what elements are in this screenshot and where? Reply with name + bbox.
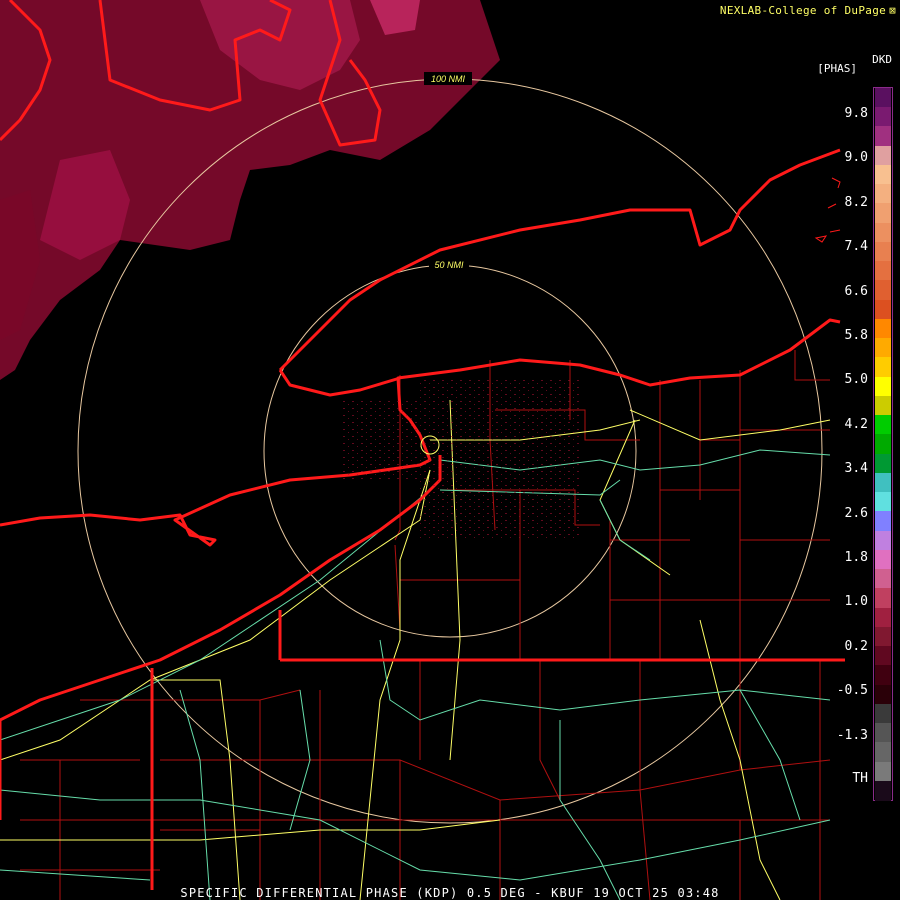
color-scale-band (875, 742, 891, 763)
color-scale-tick-label: 0.2 (844, 638, 868, 654)
color-scale-band (875, 222, 891, 243)
color-scale-band (875, 472, 891, 493)
color-scale-tick-label: -0.5 (836, 683, 868, 699)
color-scale-band (875, 453, 891, 474)
color-scale-tick-label: 3.4 (844, 461, 868, 477)
color-scale-tick-label: 6.6 (844, 283, 868, 299)
color-scale-tick-label: 9.0 (844, 150, 868, 166)
color-scale-band (875, 261, 891, 282)
color-scale-band (875, 203, 891, 224)
color-scale-band (875, 607, 891, 628)
color-scale-tick-label: -1.3 (836, 727, 868, 743)
color-scale-tick-label: 2.6 (844, 505, 868, 521)
color-scale-band (875, 684, 891, 705)
color-scale-band (875, 338, 891, 359)
color-scale-tick-label: 1.8 (844, 550, 868, 565)
radar-map[interactable]: 100 NMI 50 NMI (0, 0, 900, 900)
precipitation-echoes (0, 0, 500, 380)
ring-100-label: 100 NMI (431, 74, 466, 84)
color-scale-band (875, 299, 891, 320)
color-scale-band (875, 761, 891, 782)
color-scale-band (875, 107, 891, 128)
color-scale-band (875, 569, 891, 590)
color-scale-band (875, 780, 891, 801)
color-scale-band (875, 646, 891, 667)
ground-clutter (340, 380, 580, 540)
color-scale-band (875, 395, 891, 416)
nexlab-logo-icon: ⊠ (889, 4, 896, 17)
color-scale-band (875, 126, 891, 147)
color-scale-band (875, 357, 891, 378)
color-scale-band (875, 723, 891, 744)
color-scale-band (875, 703, 891, 724)
color-scale-band (875, 241, 891, 262)
color-scale-band (875, 164, 891, 185)
color-scale-tick-label: 7.4 (844, 239, 868, 255)
color-scale-band (875, 280, 891, 301)
color-scale-band (875, 145, 891, 166)
credit-text: NEXLAB-College of DuPage (719, 4, 887, 17)
color-scale-band (875, 626, 891, 647)
color-scale-band (875, 376, 891, 397)
color-scale-band (875, 530, 891, 551)
color-scale-tick-label: 8.2 (844, 194, 868, 210)
color-scale-tick-label: 5.0 (844, 372, 868, 388)
color-scale-band (875, 318, 891, 339)
color-scale-band (875, 415, 891, 436)
color-scale-band (875, 492, 891, 513)
color-scale-band (875, 511, 891, 532)
color-scale-band (875, 88, 891, 108)
product-code: DKD (872, 53, 892, 66)
color-scale-band (875, 588, 891, 609)
color-scale-tick-label: TH (852, 771, 868, 786)
color-scale-band (875, 665, 891, 686)
color-scale-bar (873, 87, 893, 801)
ring-50-label: 50 NMI (434, 260, 464, 270)
color-scale-tick-label: 4.2 (844, 416, 868, 432)
color-scale-tick-label: 5.8 (844, 328, 868, 343)
units-label: [PHAS] (817, 62, 857, 75)
color-scale-band (875, 549, 891, 570)
color-scale-tick-label: 1.0 (844, 594, 868, 610)
color-scale-band (875, 184, 891, 205)
credit-label: NEXLAB-College of DuPage ⊠ (720, 4, 896, 17)
color-scale-tick-label: 9.8 (844, 106, 868, 121)
lake-islands (814, 177, 841, 243)
color-scale-band (875, 434, 891, 455)
product-title: SPECIFIC DIFFERENTIAL PHASE (KDP) 0.5 DE… (180, 886, 720, 900)
